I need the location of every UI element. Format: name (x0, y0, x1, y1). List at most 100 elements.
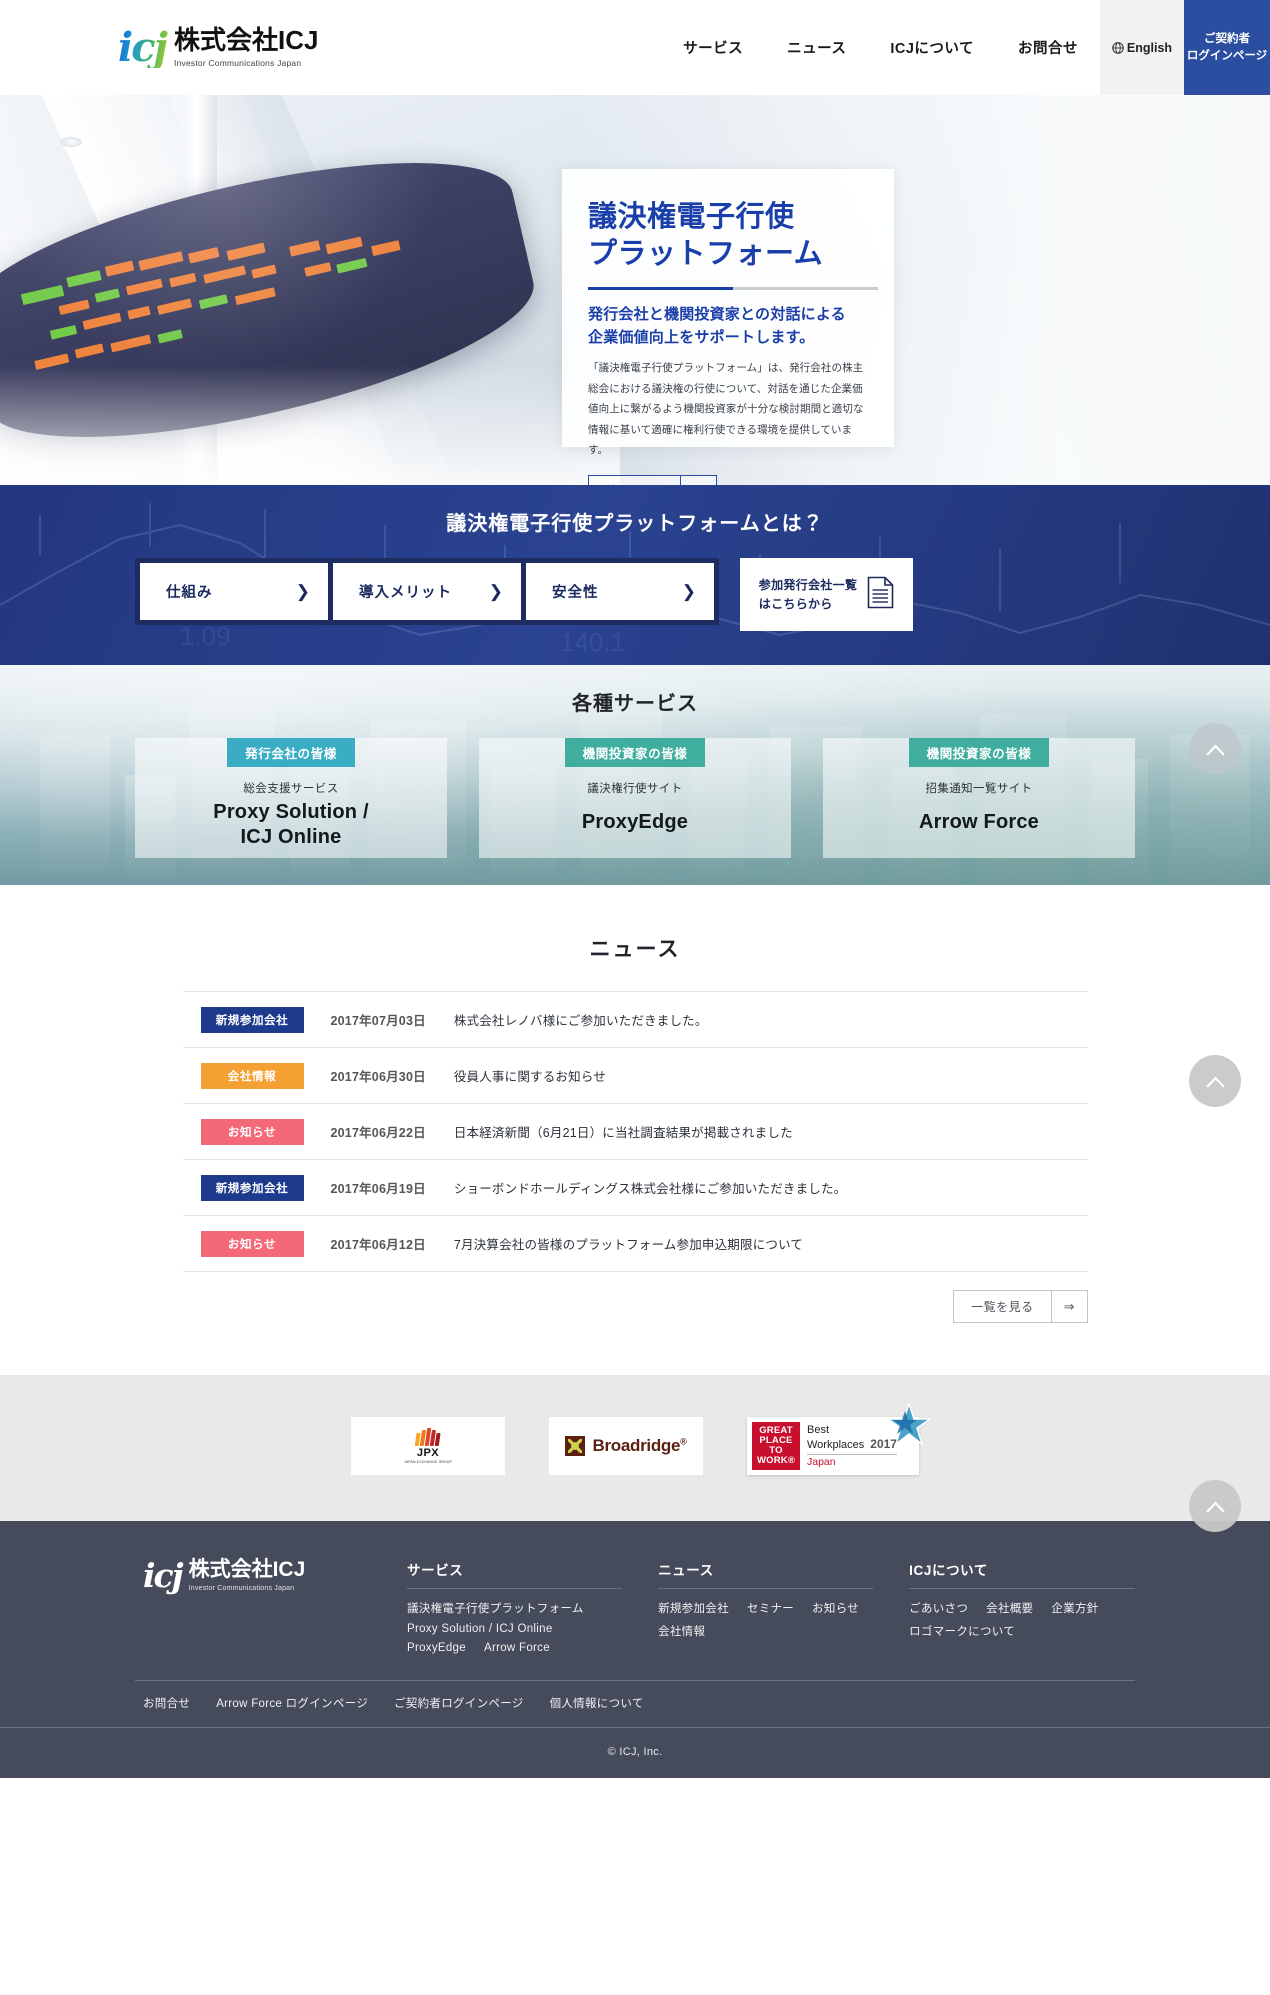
band-button-security-label: 安全性 (552, 585, 599, 601)
partner-logo-jpx[interactable]: JPX JAPAN EXCHANGE GROUP (351, 1417, 505, 1475)
gptw-workplaces: Workplaces (807, 1439, 865, 1451)
footer-bottom-link-contact[interactable]: お問合せ (143, 1695, 190, 1711)
footer-bottom-link-arrow-force-login[interactable]: Arrow Force ログインページ (216, 1695, 368, 1711)
service-card-proxyedge[interactable]: 機関投資家の皆様 議決権行使サイト ProxyEdge (479, 738, 791, 858)
services-content: 各種サービス 発行会社の皆様 総会支援サービス Proxy Solution /… (135, 665, 1135, 858)
footer-link-corporate-policy[interactable]: 企業方針 (1051, 1600, 1098, 1616)
nav-item-services[interactable]: サービス (661, 0, 765, 95)
news-row[interactable]: 新規参加会社 2017年07月03日 株式会社レノバ様にご参加いただきました。 (182, 992, 1088, 1048)
footer-link-list: ごあいさつ 会社概要 企業方針 ロゴマークについて (909, 1600, 1135, 1639)
logo-company-name-jp: 株式会社ICJ (174, 25, 319, 56)
footer-company-name-jp: 株式会社ICJ (188, 1558, 306, 1582)
footer-link-platform[interactable]: 議決権電子行使プラットフォーム (407, 1600, 622, 1616)
language-switch-english[interactable]: English (1100, 0, 1184, 95)
chevron-right-icon: ❯ (681, 581, 696, 601)
news-date: 2017年06月12日 (330, 1238, 426, 1252)
news-view-all-label: 一覧を見る (971, 1300, 1034, 1314)
hero-title: 議決権電子行使 プラットフォーム (588, 199, 868, 273)
band-button-merit-label: 導入メリット (359, 585, 452, 601)
scroll-to-top-button[interactable] (1189, 1055, 1241, 1107)
scroll-to-top-button[interactable] (1189, 723, 1241, 775)
service-card-proxy-solution[interactable]: 発行会社の皆様 総会支援サービス Proxy Solution / ICJ On… (135, 738, 447, 858)
hero-title-line2: プラットフォーム (588, 238, 824, 271)
nav-item-news[interactable]: ニュース (765, 0, 868, 95)
footer-top: icj 株式会社ICJ Investor Communications Japa… (135, 1559, 1135, 1654)
news-row[interactable]: 新規参加会社 2017年06月19日 ショーボンドホールディングス株式会社様にご… (182, 1160, 1088, 1216)
participating-companies-label: 参加発行会社一覧 はこちらから (759, 576, 857, 613)
chevron-right-icon: ❯ (488, 581, 503, 601)
arrow-right-icon: → (679, 475, 716, 485)
footer-column-about: ICJについて ごあいさつ 会社概要 企業方針 ロゴマークについて (909, 1559, 1135, 1654)
partner-logo-great-place-to-work[interactable]: GREAT PLACE TO WORK® Best Workplaces 201… (747, 1401, 933, 1475)
page-root: icj 株式会社ICJ Investor Communications Japa… (0, 0, 1270, 1778)
footer-link-arrow-force[interactable]: Arrow Force (484, 1642, 550, 1654)
news-text: 株式会社レノバ様にご参加いただきました。 (453, 1014, 708, 1028)
contract-login-button[interactable]: ご契約者 ログインページ (1184, 0, 1270, 95)
services-card-row: 発行会社の皆様 総会支援サービス Proxy Solution / ICJ On… (135, 738, 1135, 858)
scroll-to-top-button[interactable] (1189, 1480, 1241, 1532)
site-logo[interactable]: icj 株式会社ICJ Investor Communications Japa… (0, 0, 319, 95)
band-button-merit[interactable]: 導入メリット ❯ (333, 563, 521, 620)
gptw-line4: WORK® (756, 1455, 796, 1467)
footer-bottom-links-wrap: お問合せ Arrow Force ログインページ ご契約者ログインページ 個人情… (135, 1680, 1135, 1727)
footer-link-proxy-solution[interactable]: Proxy Solution / ICJ Online (407, 1623, 622, 1635)
band-button-security[interactable]: 安全性 ❯ (526, 563, 714, 620)
footer-link-notices[interactable]: お知らせ (812, 1600, 859, 1616)
footer-link-proxyedge[interactable]: ProxyEdge (407, 1642, 466, 1654)
participating-companies-line2: はこちらから (758, 596, 833, 611)
hero-subtitle: 発行会社と機関投資家との対話による 企業価値向上をサポートします。 (588, 304, 868, 349)
news-text: ショーボンドホールディングス株式会社様にご参加いただきました。 (453, 1182, 847, 1196)
broadridge-label: Broadridge® (592, 1436, 687, 1455)
band-content: 議決権電子行使プラットフォームとは？ 仕組み ❯ 導入メリット ❯ 安全性 ❯ (135, 485, 1135, 631)
gptw-japan: Japan (807, 1453, 897, 1468)
service-card-subtitle: 招集通知一覧サイト (925, 783, 1033, 795)
footer-column-heading: サービス (407, 1559, 623, 1589)
hero-title-line1: 議決権電子行使 (588, 201, 795, 233)
footer-link-seminar[interactable]: セミナー (747, 1600, 794, 1616)
service-card-title: ProxyEdge (581, 811, 689, 833)
footer-link-logo-mark[interactable]: ロゴマークについて (909, 1623, 1135, 1639)
footer-copyright: © ICJ, Inc. (0, 1727, 1270, 1778)
contract-login-line1: ご契約者 (1204, 32, 1250, 45)
globe-icon (1112, 41, 1124, 54)
services-title: 各種サービス (572, 693, 698, 715)
nav-item-contact[interactable]: お問合せ (996, 0, 1100, 95)
gptw-text-block: Best Workplaces 2017 Japan (807, 1424, 897, 1468)
footer-link-company-profile[interactable]: 会社概要 (986, 1600, 1033, 1616)
hero-section: 議決権電子行使 プラットフォーム 発行会社と機関投資家との対話による 企業価値向… (0, 95, 1270, 485)
gptw-best: Best (807, 1424, 830, 1437)
news-date: 2017年06月22日 (330, 1126, 426, 1140)
service-card-tag: 発行会社の皆様 (227, 738, 355, 767)
news-row[interactable]: お知らせ 2017年06月12日 7月決算会社の皆様のプラットフォーム参加申込期… (182, 1216, 1088, 1272)
band-button-row: 仕組み ❯ 導入メリット ❯ 安全性 ❯ 参加発行会社一覧 はこちらから (135, 558, 1135, 631)
partner-logo-broadridge[interactable]: Broadridge® (549, 1417, 703, 1475)
footer-logo[interactable]: icj 株式会社ICJ Investor Communications Japa… (135, 1559, 407, 1654)
footer-company-name-en: Investor Communications Japan (188, 1584, 295, 1592)
footer-column-heading: ICJについて (909, 1559, 1135, 1589)
news-row[interactable]: お知らせ 2017年06月22日 日本経済新聞（6月21日）に当社調査結果が掲載… (182, 1104, 1088, 1160)
footer-link-greeting[interactable]: ごあいさつ (909, 1600, 968, 1616)
footer-link-list: 新規参加会社 セミナー お知らせ 会社情報 (658, 1600, 873, 1639)
news-view-all-button[interactable]: 一覧を見る ⇒ (953, 1290, 1088, 1323)
footer-link-new-companies[interactable]: 新規参加会社 (658, 1600, 729, 1616)
nav-item-about[interactable]: ICJについて (868, 0, 996, 95)
participating-companies-button[interactable]: 参加発行会社一覧 はこちらから (740, 558, 913, 631)
service-card-title-line2: ICJ Online (240, 826, 342, 848)
footer-column-services: サービス 議決権電子行使プラットフォーム Proxy Solution / IC… (407, 1559, 623, 1654)
logo-company-name-en: Investor Communications Japan (174, 57, 302, 68)
band-button-mechanism[interactable]: 仕組み ❯ (140, 563, 328, 620)
footer-bottom-link-contract-login[interactable]: ご契約者ログインページ (394, 1695, 524, 1711)
band-button-mechanism-label: 仕組み (166, 585, 213, 601)
news-date: 2017年07月03日 (330, 1014, 426, 1028)
arrow-right-icon: ⇒ (1050, 1291, 1087, 1322)
hero-detail-button[interactable]: 詳しく見る → (588, 474, 717, 485)
footer-bottom-link-privacy[interactable]: 個人情報について (550, 1695, 644, 1711)
news-badge: 新規参加会社 (200, 1174, 304, 1201)
gptw-red-block: GREAT PLACE TO WORK® (752, 1422, 800, 1470)
hero-divider (588, 287, 878, 291)
footer-link-company-info[interactable]: 会社情報 (658, 1623, 705, 1639)
news-row[interactable]: 会社情報 2017年06月30日 役員人事に関するお知らせ (182, 1048, 1088, 1104)
logo-text: 株式会社ICJ Investor Communications Japan (174, 25, 319, 68)
site-footer: icj 株式会社ICJ Investor Communications Japa… (0, 1480, 1270, 1778)
service-card-arrow-force[interactable]: 機関投資家の皆様 招集通知一覧サイト Arrow Force (823, 738, 1135, 858)
